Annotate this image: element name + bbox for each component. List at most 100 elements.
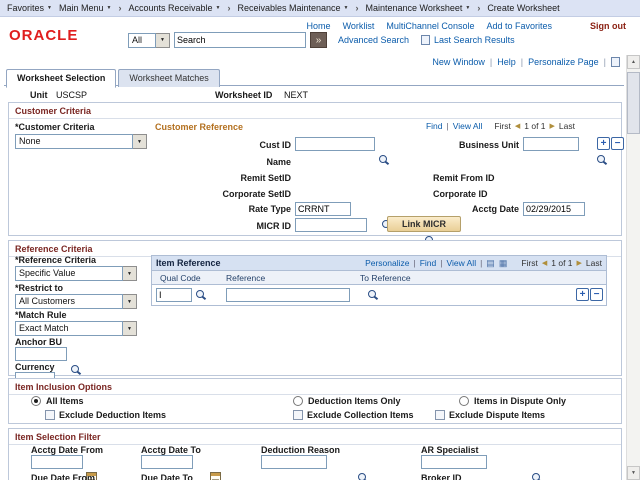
first-link[interactable]: First [521,258,538,268]
worklist-link[interactable]: Worklist [343,21,375,31]
scroll-down-button[interactable]: ▼ [627,466,640,480]
personalize-page-link[interactable]: Personalize Page [528,57,599,67]
last-link[interactable]: Last [586,258,602,268]
tab-worksheet-matches[interactable]: Worksheet Matches [118,69,219,87]
remit-setid-label: Remit SetID [159,173,291,183]
tab-bar: Worksheet Selection Worksheet Matches [6,69,220,87]
last-search-results-link[interactable]: Last Search Results [434,35,515,45]
deduction-items-only-radio[interactable] [293,396,303,406]
add-to-favorites-link[interactable]: Add to Favorites [486,21,552,31]
acctg-date-from-input[interactable] [31,455,83,469]
link-micr-button[interactable]: Link MICR [387,216,461,232]
chevron-down-icon[interactable]: ▼ [123,294,137,309]
acctg-date-to-calendar-icon[interactable] [210,472,221,480]
personalize-link[interactable]: Personalize [365,258,409,268]
grid-title: Item Reference [156,258,221,268]
new-window-link[interactable]: New Window [432,57,485,67]
anchor-bu-label: Anchor BU [15,337,62,347]
breadcrumb-item-create-worksheet: Create Worksheet [487,3,559,13]
find-link[interactable]: Find [426,121,443,131]
grid-data-row: + − [151,285,607,306]
add-row-button[interactable]: + [576,288,589,301]
match-rule-select[interactable]: Exact Match ▼ [15,321,137,336]
view-all-link[interactable]: View All [453,121,483,131]
acctg-date-input[interactable] [523,202,585,216]
restrict-to-select[interactable]: All Customers ▼ [15,294,137,309]
delete-row-button[interactable]: − [611,137,624,150]
cust-id-input[interactable] [295,137,375,151]
reference-criteria-section: Reference Criteria *Reference Criteria S… [8,240,622,376]
chevron-down-icon[interactable]: ▼ [123,321,137,336]
micr-id-input[interactable] [295,218,367,232]
multichannel-console-link[interactable]: MultiChannel Console [386,21,474,31]
chevron-down-icon[interactable]: ▼ [123,266,137,281]
items-in-dispute-only-radio[interactable] [459,396,469,406]
download-grid-icon[interactable]: ▤ [486,258,495,269]
scrollbar-thumb[interactable] [627,72,640,134]
reference-input[interactable] [226,288,350,302]
zoom-grid-icon[interactable]: ▦ [499,258,508,269]
chevron-down-icon: ▼ [107,5,112,11]
previous-page-icon[interactable]: ◀ [515,122,520,130]
breadcrumb-item-favorites[interactable]: Favorites ▼ [7,3,52,13]
vertical-scrollbar: ▲ ▼ [626,55,640,480]
view-all-link[interactable]: View All [446,258,476,268]
exclude-collection-items-checkbox[interactable] [293,410,303,420]
delete-row-button[interactable]: − [590,288,603,301]
customer-criteria-select[interactable]: None ▼ [15,134,147,149]
advanced-search-link[interactable]: Advanced Search [338,35,409,45]
deduction-items-only-label: Deduction Items Only [308,396,401,406]
grid-nav: Personalize Find View All ▤ ▦ First ◀ 1 … [365,258,602,269]
chevron-down-icon[interactable]: ▼ [133,134,147,149]
ar-specialist-input[interactable] [421,455,487,469]
anchor-bu-input[interactable] [15,347,67,361]
rate-type-input[interactable] [295,202,351,216]
search-input[interactable] [174,32,306,48]
corporate-id-label: Corporate ID [433,189,488,199]
exclude-dispute-items-checkbox[interactable] [435,410,445,420]
acctg-date-to-input[interactable] [141,455,193,469]
chevron-down-icon[interactable]: ▼ [156,33,170,48]
reference-lookup-icon[interactable] [367,289,378,301]
first-link[interactable]: First [494,121,511,131]
chevron-right-icon: › [477,3,480,13]
business-unit-input[interactable] [523,137,579,151]
search-scope-select[interactable]: All ▼ [128,33,170,48]
next-page-icon[interactable]: ▶ [550,122,555,130]
all-items-radio[interactable] [31,396,41,406]
breadcrumb-item-main-menu[interactable]: Main Menu ▼ [59,3,111,13]
breadcrumb-item-accounts-receivable[interactable]: Accounts Receivable ▼ [128,3,220,13]
qual-code-lookup-icon[interactable] [195,289,206,301]
breadcrumb-item-maintenance-worksheet[interactable]: Maintenance Worksheet ▼ [365,3,470,13]
tab-worksheet-selection[interactable]: Worksheet Selection [6,69,116,88]
qual-code-input[interactable] [156,288,192,302]
reference-criteria-select[interactable]: Specific Value ▼ [15,266,137,281]
breadcrumb-label: Create Worksheet [487,3,559,13]
help-link[interactable]: Help [497,57,516,67]
last-link[interactable]: Last [559,121,575,131]
anchor-bu-lookup-icon[interactable] [70,364,81,376]
breadcrumb-item-receivables-maintenance[interactable]: Receivables Maintenance ▼ [237,3,348,13]
search-go-button[interactable]: » [310,32,327,48]
home-link[interactable]: Home [307,21,331,31]
deduction-reason-input[interactable] [261,455,327,469]
ar-specialist-lookup-icon[interactable] [531,472,542,480]
due-date-to-label: Due Date To [141,473,193,480]
find-link[interactable]: Find [420,258,437,268]
scroll-up-icon: ▲ [631,59,636,65]
col-reference: Reference [226,273,265,283]
item-selection-filter-section: Item Selection Filter Acctg Date From Ac… [8,428,622,480]
http-page-icon[interactable] [611,57,620,67]
add-row-button[interactable]: + [597,137,610,150]
exclude-deduction-items-checkbox[interactable] [45,410,55,420]
name-label: Name [159,157,291,167]
exclude-collection-items-label: Exclude Collection Items [307,410,414,420]
deduction-reason-lookup-icon[interactable] [357,472,368,480]
cust-id-lookup-icon[interactable] [378,154,389,166]
previous-page-icon[interactable]: ◀ [542,259,547,267]
scroll-up-button[interactable]: ▲ [627,55,640,69]
sign-out-link[interactable]: Sign out [590,21,626,31]
business-unit-lookup-icon[interactable] [596,154,607,166]
next-page-icon[interactable]: ▶ [577,259,582,267]
header: ORACLE Home Worklist MultiChannel Consol… [0,17,640,55]
